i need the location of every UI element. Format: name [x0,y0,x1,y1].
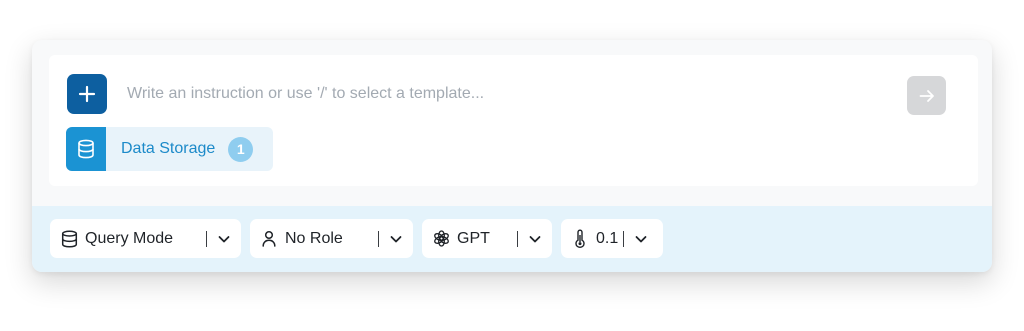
input-panel: Data Storage 1 [49,55,978,186]
temperature-label: 0.1 [596,229,619,247]
query-mode-label: Query Mode [85,229,174,247]
model-dropdown[interactable]: GPT [422,219,552,258]
prompt-composer: Data Storage 1 Query Mode [32,40,992,272]
role-label: No Role [285,229,343,247]
chip-count-badge: 1 [228,136,254,162]
database-icon [78,139,94,159]
plus-icon [78,85,96,103]
database-icon [59,229,79,249]
options-toolbar: Query Mode No Role GPT 0.1 [32,206,992,272]
temperature-dropdown[interactable]: 0.1 [561,219,663,258]
arrow-right-icon [919,89,934,102]
send-button[interactable] [907,76,946,115]
openai-icon [431,229,451,249]
chevron-down-icon[interactable] [624,219,658,258]
chevron-down-icon[interactable] [518,219,552,258]
data-storage-chip[interactable]: Data Storage 1 [66,127,273,171]
thermometer-icon [570,229,590,249]
role-dropdown[interactable]: No Role [250,219,413,258]
model-label: GPT [457,229,490,247]
query-mode-dropdown[interactable]: Query Mode [50,219,241,258]
prompt-input[interactable] [113,77,893,111]
chevron-down-icon[interactable] [207,219,241,258]
chip-icon-box [66,127,106,171]
add-button[interactable] [67,74,107,114]
user-icon [259,229,279,249]
chevron-down-icon[interactable] [379,219,413,258]
chip-label: Data Storage [121,140,216,157]
